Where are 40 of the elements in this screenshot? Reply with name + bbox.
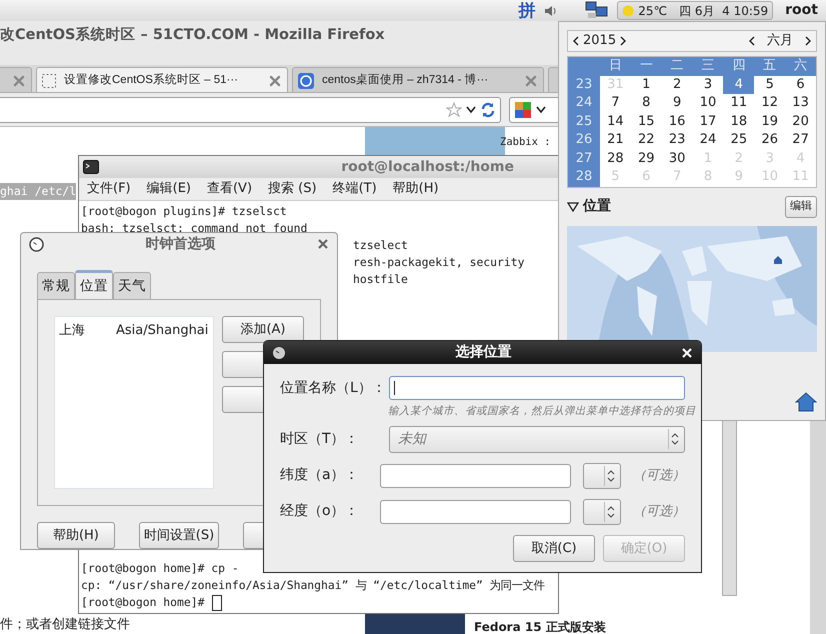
temperature: 25℃ — [638, 2, 668, 20]
article-text: 件；或者创建链接文件 — [0, 616, 130, 634]
weekday-header: 四 — [723, 57, 754, 76]
terminal-line: resh-packagekit, security — [353, 255, 524, 269]
week-number: 23 — [568, 76, 600, 94]
dialog-title: 时钟首选项 — [146, 234, 216, 254]
week-number: 27 — [568, 150, 600, 168]
week-number: 28 — [568, 168, 600, 186]
terminal-line: [root@bogon home]# cp - — [81, 560, 240, 577]
optional-note: （可选） — [632, 503, 685, 521]
field-label: 位置名称（L）： — [280, 378, 385, 398]
week-number: 26 — [568, 131, 600, 150]
weekday-header: 六 — [785, 57, 816, 76]
selected-text: ghai /etc/l — [0, 183, 76, 200]
terminal-line: tzselect — [353, 238, 408, 252]
terminal-line: hostfile — [353, 272, 408, 286]
window-title: root@localhost:/home — [341, 158, 514, 176]
terminal-prompt: [root@bogon home]# — [81, 594, 204, 611]
month-label: 六月 — [767, 32, 793, 50]
weekday-header: 一 — [630, 57, 662, 76]
dialog-title: 选择位置 — [456, 343, 512, 362]
field-label: 纬度（a）： — [280, 466, 360, 486]
weekday-header: 日 — [600, 57, 631, 76]
week-number: 25 — [568, 112, 600, 131]
field-label: 时区（T）： — [280, 430, 360, 449]
terminal-line: [root@bogon plugins]# tzselsct — [81, 203, 288, 220]
terminal-line: bash: tzselsct: command not found — [81, 220, 308, 236]
field-label: 经度（o）： — [280, 502, 360, 522]
sidebar-caption: Zabbix : — [500, 135, 551, 150]
hint-text: 输入某个城市、省或国家名，然后从弹出菜单中选择符合的项目 — [388, 404, 696, 419]
weekday-header: 五 — [754, 57, 786, 76]
optional-note: （可选） — [632, 467, 685, 485]
terminal-line: cp: “/usr/share/zoneinfo/Asia/Shanghai” 与 “/etc/localtime” 为同一文件 — [81, 577, 546, 594]
year-label: 2015 — [583, 32, 616, 50]
weekday-header: 三 — [692, 57, 724, 76]
weekday-header: 二 — [662, 57, 693, 76]
clock-text: 四 6月 4 10:59 — [679, 2, 768, 20]
week-number: 24 — [568, 94, 600, 112]
window-title: 改CentOS系统时区 – 51CTO.COM - Mozilla Firefox — [0, 27, 385, 43]
section-title: 位置 — [583, 197, 611, 216]
